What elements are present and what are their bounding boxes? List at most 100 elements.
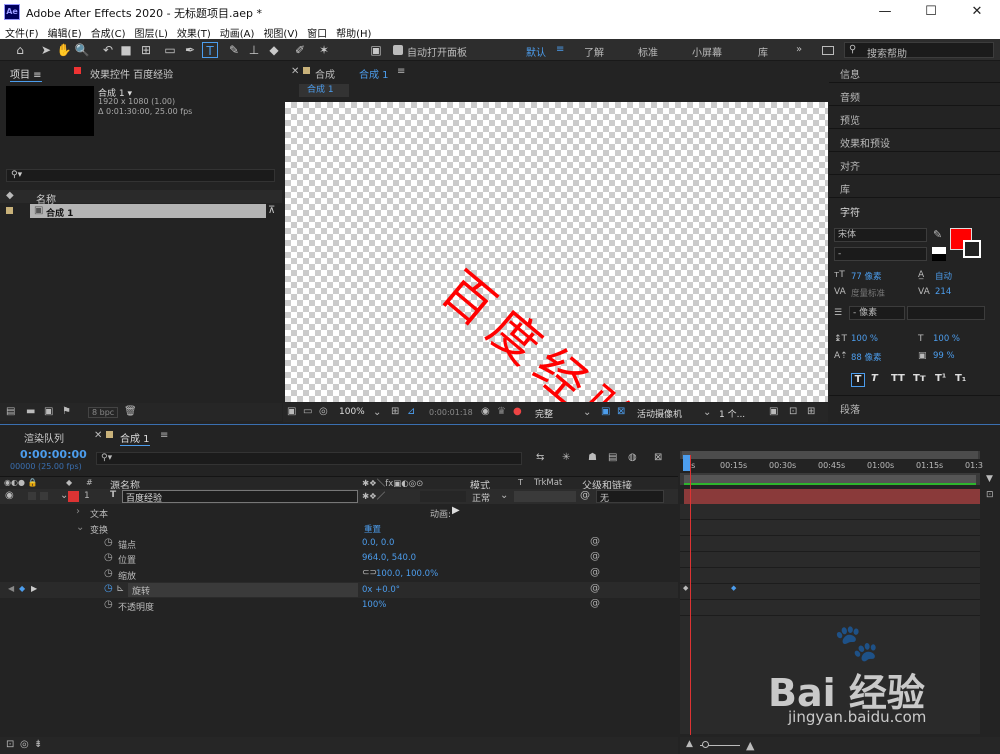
- project-search-input[interactable]: ⚲▾: [6, 169, 275, 182]
- eraser-tool-icon[interactable]: ◆: [266, 42, 282, 58]
- show-snapshot-icon[interactable]: ♛: [497, 406, 506, 417]
- timeline-tab-menu-icon[interactable]: ≡: [160, 430, 168, 441]
- puppet-pin-tool-icon[interactable]: ✶: [316, 42, 332, 58]
- toggle-modes-icon[interactable]: ◎: [20, 739, 29, 750]
- pen-tool-icon[interactable]: ✒: [182, 42, 198, 58]
- snapshot-icon[interactable]: ◉: [481, 406, 490, 417]
- rotation-stopwatch-icon[interactable]: ◷: [104, 583, 113, 594]
- more-workspaces-icon[interactable]: »: [796, 44, 802, 55]
- font-style-select[interactable]: -: [834, 247, 927, 261]
- pan-behind-tool-icon[interactable]: ⊞: [138, 42, 154, 58]
- grid-icon[interactable]: ⊿: [407, 406, 415, 417]
- rotation-row[interactable]: ◀ ◆ ▶ ◷ ⊾ 旋转 0x +0.0° @: [0, 582, 678, 598]
- audio-panel-tab[interactable]: 音频: [840, 89, 860, 104]
- rotate-tool-icon[interactable]: ↶: [100, 42, 116, 58]
- workspace-learn[interactable]: 了解: [584, 44, 604, 59]
- flowchart-icon[interactable]: ⊼: [268, 205, 275, 216]
- type-tool-icon[interactable]: T: [202, 42, 218, 58]
- interpret-footage-icon[interactable]: ▤: [6, 406, 15, 417]
- monitor-icon[interactable]: ▭: [303, 406, 312, 417]
- comp-sub-tab[interactable]: 合成 1: [299, 84, 349, 97]
- workspace-default[interactable]: 默认: [526, 44, 546, 59]
- opacity-stopwatch-icon[interactable]: ◷: [104, 599, 113, 610]
- horizontal-scale-value[interactable]: 100 %: [933, 334, 960, 344]
- layer-row[interactable]: ◉ ⌄ 1 T 百度经验 ✱❖／ 正常 ⌄ @ 无: [0, 489, 678, 504]
- toggle-switches-icon[interactable]: ⊡: [6, 739, 14, 750]
- keyframe-area[interactable]: ◆ ◆: [680, 504, 980, 734]
- position-pickwhip-icon[interactable]: @: [590, 551, 600, 562]
- animate-button-icon[interactable]: ▶: [452, 505, 460, 516]
- selection-tool-icon[interactable]: ➤: [38, 42, 54, 58]
- resolution-select[interactable]: 完整: [535, 407, 553, 420]
- clone-stamp-tool-icon[interactable]: ⊥: [246, 42, 262, 58]
- faux-italic-button[interactable]: T: [871, 373, 878, 384]
- roto-brush-tool-icon[interactable]: ✐: [292, 42, 308, 58]
- scale-value[interactable]: 100.0, 100.0%: [376, 569, 438, 579]
- workspace-standard[interactable]: 标准: [638, 44, 658, 59]
- kerning-value[interactable]: 度量标准: [851, 287, 885, 299]
- superscript-button[interactable]: T¹: [935, 373, 946, 384]
- constrain-proportions-icon[interactable]: ⊂⊃: [362, 568, 377, 578]
- auto-open-checkbox[interactable]: [393, 45, 403, 55]
- solo-toggle[interactable]: [40, 492, 48, 500]
- eyedropper-icon[interactable]: ✎: [933, 228, 942, 241]
- render-icon[interactable]: ⚑: [62, 406, 71, 417]
- menu-effect[interactable]: 效果(T): [172, 24, 215, 40]
- menu-view[interactable]: 视图(V): [258, 24, 302, 40]
- align-panel-tab[interactable]: 对齐: [840, 158, 860, 173]
- font-size-value[interactable]: 77 像素: [851, 270, 882, 282]
- playhead-handle[interactable]: [683, 455, 690, 471]
- minimize-button[interactable]: —: [862, 0, 908, 24]
- effects-presets-panel-tab[interactable]: 效果和预设: [840, 135, 890, 150]
- search-help-toggle-icon[interactable]: [822, 46, 834, 55]
- layer-bar-end-icon[interactable]: ⊡: [986, 490, 994, 500]
- current-time[interactable]: 0:00:01:18: [429, 408, 473, 417]
- fast-preview-icon[interactable]: ▣: [769, 406, 778, 417]
- close-comp-tab-icon[interactable]: ✕: [291, 66, 299, 77]
- new-comp-icon[interactable]: ▣: [44, 406, 53, 417]
- layer-search-input[interactable]: ⚲▾: [96, 452, 522, 465]
- stroke-style-select[interactable]: [907, 306, 985, 320]
- layer-duration-bar[interactable]: [684, 489, 980, 504]
- trkmat-header[interactable]: TrkMat: [534, 478, 562, 488]
- info-panel-tab[interactable]: 信息: [840, 66, 860, 81]
- maximize-button[interactable]: ☐: [908, 0, 954, 24]
- new-folder-icon[interactable]: ▬: [26, 406, 35, 417]
- camera-tool-icon[interactable]: ■: [118, 42, 134, 58]
- character-panel-title[interactable]: 字符: [840, 204, 860, 219]
- timeline-comp-tab[interactable]: 合成 1: [120, 430, 150, 446]
- graph-icon[interactable]: ⊾: [116, 583, 124, 594]
- comp-flowchart-icon[interactable]: ⇆: [536, 452, 544, 463]
- shy-layers-icon[interactable]: ☗: [588, 452, 597, 463]
- timeline-icon[interactable]: ⊡: [789, 406, 797, 417]
- position-value[interactable]: 964.0, 540.0: [362, 553, 416, 563]
- zoom-out-icon[interactable]: ▲: [686, 739, 693, 749]
- position-stopwatch-icon[interactable]: ◷: [104, 552, 113, 563]
- zoom-slider-thumb[interactable]: [702, 741, 709, 748]
- keyframe-marker[interactable]: ◆: [683, 584, 688, 592]
- menu-window[interactable]: 窗口: [302, 24, 331, 40]
- leading-value[interactable]: 自动: [935, 270, 952, 282]
- hand-tool-icon[interactable]: ✋: [56, 42, 72, 58]
- anchor-stopwatch-icon[interactable]: ◷: [104, 537, 113, 548]
- camera-select[interactable]: 活动摄像机: [637, 407, 682, 420]
- faux-bold-button[interactable]: T: [851, 373, 865, 387]
- transparency-grid-icon[interactable]: ⊠: [617, 406, 625, 417]
- effects-controls-tab[interactable]: 效果控件 百度经验: [90, 66, 173, 81]
- audio-toggle[interactable]: [28, 492, 36, 500]
- keyframe-marker[interactable]: ◆: [731, 584, 736, 592]
- project-item-row[interactable]: ▣ 合成 1 ⊼: [0, 204, 282, 219]
- home-icon[interactable]: ⌂: [12, 42, 28, 58]
- trash-icon[interactable]: 🗑: [124, 406, 137, 417]
- mode-dropdown-icon[interactable]: ⌄: [500, 490, 508, 501]
- timeline-timecode[interactable]: 0:00:00:00: [20, 448, 87, 461]
- zoom-select[interactable]: 100%: [339, 407, 365, 417]
- snapping-icon[interactable]: ▣: [368, 42, 384, 58]
- render-queue-tab[interactable]: 渲染队列: [24, 430, 64, 445]
- canvas-text-layer[interactable]: 百度经验: [429, 252, 659, 402]
- comp-canvas[interactable]: 百度经验: [285, 102, 828, 402]
- close-button[interactable]: ✕: [954, 0, 1000, 24]
- resolution-dropdown-icon[interactable]: ⌄: [583, 407, 591, 418]
- font-family-select[interactable]: 宋体: [834, 228, 927, 242]
- trkmat-select[interactable]: [514, 491, 576, 502]
